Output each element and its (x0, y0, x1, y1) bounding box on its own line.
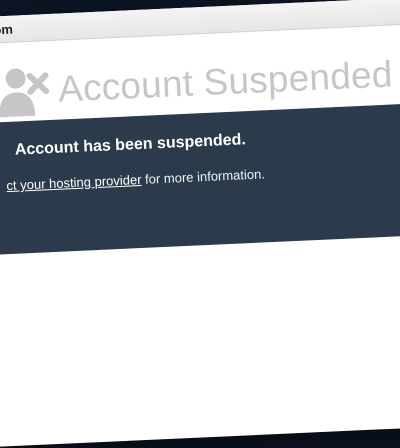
notice-heading: Account has been suspended. (14, 131, 247, 159)
notice-body: ct your hosting provider for more inform… (6, 166, 265, 193)
notice-body-suffix: for more information. (141, 166, 266, 187)
user-x-icon (0, 68, 50, 118)
browser-window: om Account Suspended Account has been su… (0, 0, 400, 448)
page-title: Account Suspended (57, 53, 394, 110)
contact-provider-link[interactable]: ct your hosting provider (6, 172, 142, 193)
browser-stage: om Account Suspended Account has been su… (0, 0, 400, 448)
address-text[interactable]: om (0, 22, 13, 38)
suspension-notice: Account has been suspended. ct your host… (0, 102, 400, 256)
